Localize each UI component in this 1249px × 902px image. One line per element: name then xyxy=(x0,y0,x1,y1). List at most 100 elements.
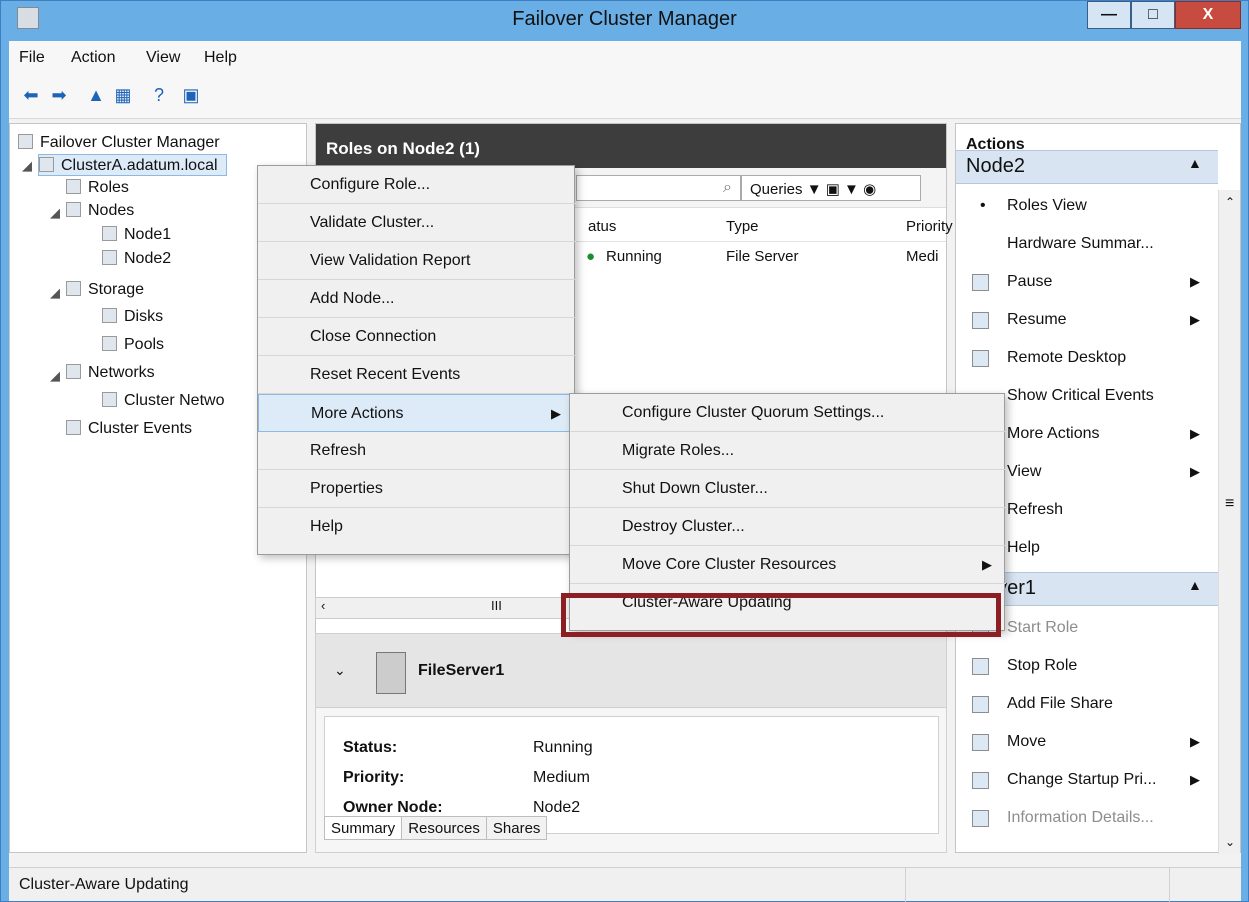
events-icon xyxy=(66,420,81,435)
pause-action[interactable]: Pause ▶ xyxy=(956,264,1218,300)
tab-summary[interactable]: Summary xyxy=(324,816,403,840)
tree-nodes[interactable]: Nodes xyxy=(66,200,134,222)
running-icon: ● xyxy=(586,248,596,265)
pool-icon xyxy=(102,336,117,351)
forward-icon[interactable]: ➡ xyxy=(47,83,71,107)
collapse-details-icon[interactable]: ⌄ xyxy=(334,662,346,679)
scroll-left-icon[interactable]: ‹ xyxy=(321,598,325,613)
submenu-arrow-icon: ▶ xyxy=(551,406,561,421)
submenu-arrow-icon: ▶ xyxy=(1190,772,1200,787)
change-startup-priority-action[interactable]: Change Startup Pri... ▶ xyxy=(956,762,1218,798)
tree-disks[interactable]: Disks xyxy=(102,306,163,328)
search-input[interactable]: ⌕ xyxy=(576,175,741,201)
help-menu-item[interactable]: Help xyxy=(258,508,576,546)
reset-recent-events-menu-item[interactable]: Reset Recent Events xyxy=(258,356,576,394)
scroll-down-icon[interactable]: ⌄ xyxy=(1225,835,1235,849)
roles-horizontal-scrollbar[interactable]: ‹ III xyxy=(315,597,577,619)
move-action[interactable]: Move ▶ xyxy=(956,724,1218,760)
network-icon xyxy=(66,364,81,379)
console-icon[interactable]: ▣ xyxy=(179,83,203,107)
menu-view[interactable]: View xyxy=(146,49,180,67)
tree-networks[interactable]: Networks xyxy=(66,362,155,384)
tree-roles[interactable]: Roles xyxy=(66,177,129,199)
column-status[interactable]: atus xyxy=(588,218,616,235)
tree-cluster[interactable]: ClusterA.adatum.local xyxy=(38,154,227,176)
node2-actions-header[interactable]: Node2 ▲ xyxy=(956,150,1218,184)
column-type[interactable]: Type xyxy=(726,218,759,235)
submenu-arrow-icon: ▶ xyxy=(982,557,992,572)
more-actions-menu-item[interactable]: More Actions ▶ xyxy=(258,394,576,432)
menu-bar: File Action View Help xyxy=(9,41,1241,75)
column-priority[interactable]: Priority xyxy=(906,218,953,235)
back-icon[interactable]: ⬅ xyxy=(19,83,43,107)
view-validation-report-menu-item[interactable]: View Validation Report xyxy=(258,242,576,280)
expand-icon[interactable]: ◢ xyxy=(50,285,60,301)
destroy-cluster-menu-item[interactable]: Destroy Cluster... xyxy=(570,508,1006,546)
add-file-share-action[interactable]: Add File Share xyxy=(956,686,1218,722)
tree-storage[interactable]: Storage xyxy=(66,279,144,301)
cluster-context-menu: Configure Role... Validate Cluster... Vi… xyxy=(257,165,576,555)
submenu-arrow-icon: ▶ xyxy=(1190,312,1200,327)
expand-icon[interactable]: ◢ xyxy=(50,205,60,221)
submenu-arrow-icon: ▶ xyxy=(1190,734,1200,749)
file-share-icon xyxy=(972,695,989,713)
resume-icon xyxy=(972,311,989,329)
toolbar: ⬅ ➡ ▲ ▦ ? ▣ xyxy=(9,75,1241,119)
close-connection-menu-item[interactable]: Close Connection xyxy=(258,318,576,356)
tree-cluster-network[interactable]: Cluster Netwo xyxy=(102,390,224,412)
expand-icon[interactable]: ◢ xyxy=(50,368,60,384)
refresh-menu-item[interactable]: Refresh xyxy=(258,432,576,470)
collapse-icon[interactable]: ▲ xyxy=(1188,155,1202,171)
close-button[interactable]: X xyxy=(1175,1,1241,29)
add-node-menu-item[interactable]: Add Node... xyxy=(258,280,576,318)
resume-action[interactable]: Resume ▶ xyxy=(956,302,1218,338)
move-icon xyxy=(972,733,989,751)
tree-pools[interactable]: Pools xyxy=(102,334,164,356)
tab-resources[interactable]: Resources xyxy=(401,816,487,840)
shut-down-cluster-menu-item[interactable]: Shut Down Cluster... xyxy=(570,470,1006,508)
scroll-grip-icon[interactable]: ≡ xyxy=(1225,495,1234,513)
storage-icon xyxy=(66,281,81,296)
roles-view-action[interactable]: • Roles View xyxy=(956,188,1218,224)
tree-root[interactable]: Failover Cluster Manager xyxy=(18,132,220,154)
show-hide-icon[interactable]: ▦ xyxy=(111,83,135,107)
scroll-up-icon[interactable]: ⌃ xyxy=(1225,195,1235,209)
tree-node1[interactable]: Node1 xyxy=(102,224,171,246)
information-details-action: Information Details... xyxy=(956,800,1218,836)
configure-quorum-menu-item[interactable]: Configure Cluster Quorum Settings... xyxy=(570,394,1006,432)
stop-role-action[interactable]: Stop Role xyxy=(956,648,1218,684)
queries-button[interactable]: Queries ▼ ▣ ▼ ◉ xyxy=(741,175,921,201)
role-name: FileServer1 xyxy=(418,662,505,679)
properties-menu-item[interactable]: Properties xyxy=(258,470,576,508)
validate-cluster-menu-item[interactable]: Validate Cluster... xyxy=(258,204,576,242)
move-core-resources-menu-item[interactable]: Move Core Cluster Resources ▶ xyxy=(570,546,1006,584)
remote-desktop-action[interactable]: Remote Desktop xyxy=(956,340,1218,376)
tab-shares[interactable]: Shares xyxy=(485,816,548,840)
remote-desktop-icon xyxy=(972,349,989,367)
file-server-icon xyxy=(376,652,406,694)
tree-node2[interactable]: Node2 xyxy=(102,248,171,270)
help-icon[interactable]: ? xyxy=(147,83,171,107)
menu-file[interactable]: File xyxy=(19,49,45,67)
information-icon xyxy=(972,809,989,827)
window-title: Failover Cluster Manager xyxy=(512,8,737,30)
actions-scrollbar[interactable]: ⌃ ≡ ⌄ xyxy=(1218,190,1240,854)
collapse-icon[interactable]: ◉ xyxy=(863,181,876,198)
expand-icon[interactable]: ◢ xyxy=(22,158,32,174)
hardware-summary-action[interactable]: Hardware Summar... xyxy=(956,226,1218,262)
menu-help[interactable]: Help xyxy=(204,49,237,67)
menu-action[interactable]: Action xyxy=(71,49,115,67)
tree-cluster-events[interactable]: Cluster Events xyxy=(66,418,192,440)
migrate-roles-menu-item[interactable]: Migrate Roles... xyxy=(570,432,1006,470)
minimize-button[interactable]: — xyxy=(1087,1,1131,29)
configure-role-menu-item[interactable]: Configure Role... xyxy=(258,166,576,204)
collapse-icon[interactable]: ▲ xyxy=(1188,577,1202,593)
server-icon xyxy=(102,250,117,265)
up-icon[interactable]: ▲ xyxy=(84,83,108,107)
network-icon xyxy=(102,392,117,407)
maximize-button[interactable]: □ xyxy=(1131,1,1175,29)
roles-icon xyxy=(66,179,81,194)
details-pane: ⌄ FileServer1 Status: Running Priority: Me… xyxy=(315,633,947,853)
server-icon xyxy=(102,226,117,241)
save-query-icon[interactable]: ▣ ▼ xyxy=(826,181,859,198)
